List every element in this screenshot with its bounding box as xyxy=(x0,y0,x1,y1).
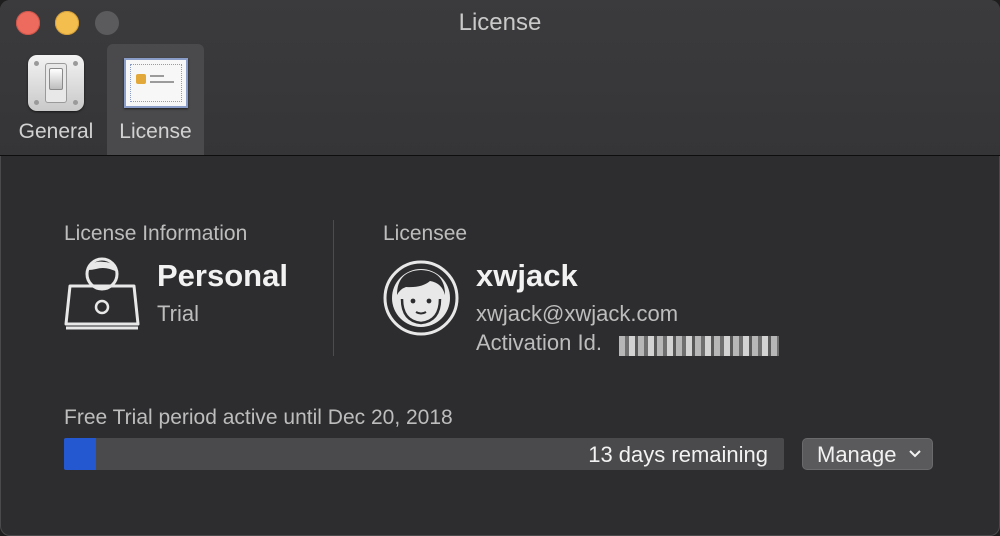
chevron-down-icon xyxy=(909,450,921,458)
license-window: License General License License Informat… xyxy=(0,0,1000,536)
user-laptop-icon xyxy=(64,257,140,330)
divider xyxy=(333,220,334,356)
trial-remaining: 13 days remaining xyxy=(588,442,768,467)
activation-id-redacted xyxy=(619,336,779,356)
trial-status: Free Trial period active until Dec 20, 2… xyxy=(64,406,453,429)
license-type: Trial xyxy=(157,301,199,326)
toolbar: License General License xyxy=(0,0,1000,156)
window-title: License xyxy=(458,9,542,36)
license-info-heading: License Information xyxy=(64,222,248,245)
avatar-icon xyxy=(383,260,459,336)
licensee-email: xwjack@xwjack.com xyxy=(476,301,679,326)
licensee-heading: Licensee xyxy=(383,222,468,245)
license-plan: Personal xyxy=(157,258,288,293)
tab-license[interactable]: License xyxy=(107,44,204,155)
tab-license-label: License xyxy=(119,120,192,143)
trial-progress-bar: 13 days remaining xyxy=(64,438,784,470)
trial-progress-fill xyxy=(64,438,97,470)
manage-button[interactable]: Manage xyxy=(802,438,933,470)
license-content: License Information Personal Trial Licen… xyxy=(0,156,1000,536)
manage-button-label: Manage xyxy=(817,442,897,467)
licensee-name: xwjack xyxy=(476,258,578,293)
certificate-icon xyxy=(124,58,188,108)
switch-icon xyxy=(28,55,84,111)
tab-general-label: General xyxy=(18,120,94,143)
activation-id-label: Activation Id. xyxy=(476,330,602,355)
tab-general[interactable]: General xyxy=(8,44,104,155)
